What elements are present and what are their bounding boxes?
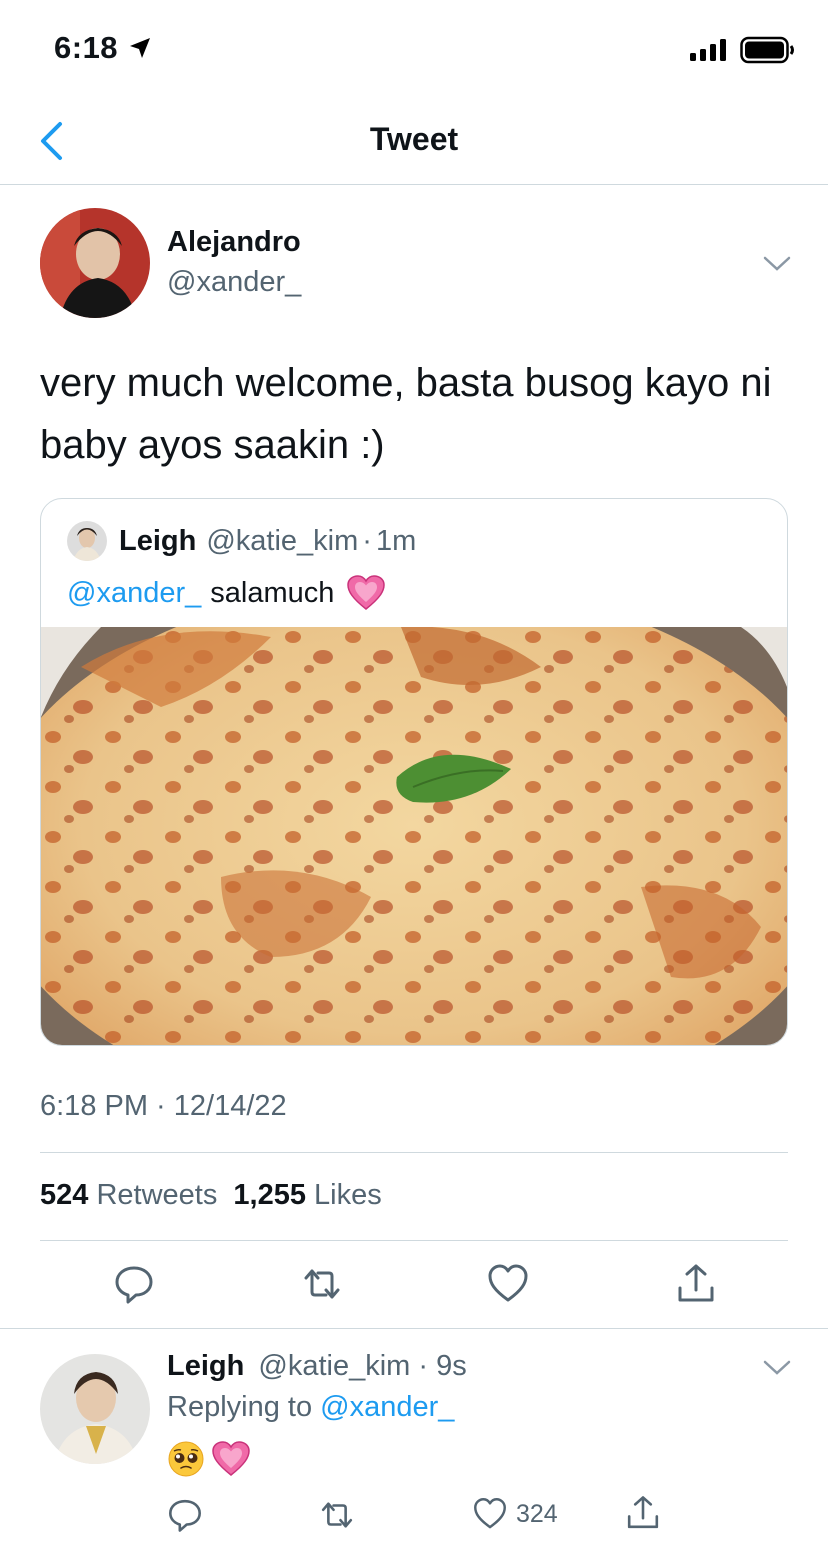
status-time: 6:18 (54, 30, 119, 65)
likes-label[interactable]: Likes (314, 1179, 382, 1211)
chevron-down-icon[interactable] (762, 254, 792, 274)
reply-like-count: 324 (516, 1499, 558, 1528)
header-divider (0, 184, 828, 185)
quote-mention-link[interactable]: @xander_ (67, 577, 201, 610)
reply-header: Leigh @katie_kim · 9s (167, 1350, 467, 1383)
likes-count[interactable]: 1,255 (233, 1179, 306, 1211)
reply-author-name[interactable]: Leigh (167, 1350, 244, 1382)
pizza-photo[interactable] (41, 627, 787, 1045)
retweets-label[interactable]: Retweets (96, 1179, 217, 1211)
battery-icon (740, 36, 794, 64)
reply-author-avatar[interactable] (40, 1354, 150, 1464)
quote-time: 1m (375, 524, 417, 557)
replying-to: Replying to @xander_ (167, 1391, 454, 1424)
quote-author-avatar (67, 521, 107, 561)
signal-icon (690, 39, 726, 61)
share-icon[interactable] (624, 1494, 662, 1532)
quote-text: salamuch (210, 576, 335, 609)
tweet-timestamp[interactable]: 6:18 PM · 12/14/22 (40, 1090, 287, 1123)
reply-icon[interactable] (112, 1262, 156, 1306)
reply-author-handle[interactable]: @katie_kim (258, 1350, 410, 1382)
like-icon[interactable] (486, 1262, 530, 1306)
tweet-text: very much welcome, basta busog kayo ni b… (40, 361, 772, 467)
location-arrow-icon (130, 38, 150, 58)
page-title: Tweet (369, 121, 459, 157)
author-name[interactable]: Alejandro (167, 226, 301, 259)
growing-heart-emoji (212, 1441, 250, 1476)
retweet-icon[interactable] (318, 1496, 356, 1534)
pleading-face-emoji (168, 1441, 204, 1477)
quote-author-handle: @katie_kim (206, 524, 359, 557)
like-icon (474, 1498, 506, 1529)
author-avatar[interactable] (40, 208, 150, 318)
reply-separator: · (418, 1350, 429, 1382)
replying-to-label: Replying to (167, 1391, 313, 1423)
growing-heart-emoji (347, 575, 386, 610)
reply-icon[interactable] (166, 1496, 204, 1534)
quoted-tweet[interactable]: Leigh @katie_kim · 1m @xander_ salamuch (40, 498, 788, 1046)
reply-time: 9s (436, 1350, 467, 1382)
retweet-icon[interactable] (300, 1262, 344, 1306)
reply-text (167, 1440, 251, 1478)
replying-to-handle[interactable]: @xander_ (320, 1391, 454, 1423)
divider (0, 1328, 828, 1329)
divider (40, 1152, 788, 1153)
retweets-count[interactable]: 524 (40, 1179, 88, 1211)
chevron-down-icon[interactable] (762, 1358, 792, 1378)
reply-like-button[interactable]: 324 (472, 1496, 558, 1532)
share-icon[interactable] (674, 1262, 718, 1306)
quote-separator: · (362, 524, 372, 557)
engagement-counts: 524 Retweets 1,255 Likes (40, 1179, 382, 1212)
author-handle[interactable]: @xander_ (167, 266, 301, 299)
divider (40, 1240, 788, 1241)
quote-author-name: Leigh (119, 524, 197, 557)
